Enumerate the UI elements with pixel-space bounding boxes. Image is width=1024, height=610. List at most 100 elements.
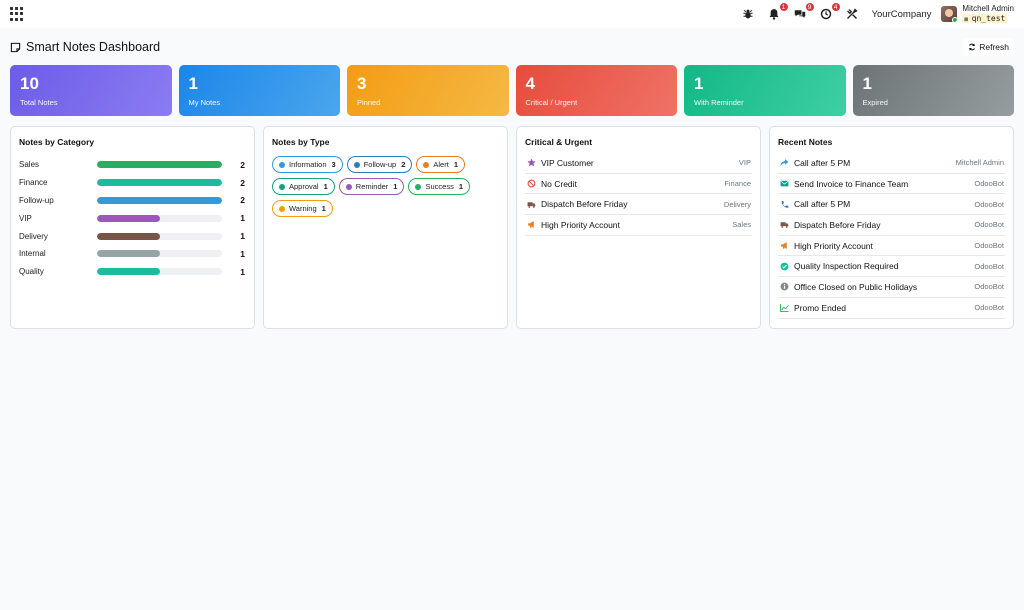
stat-card-critical-urgent[interactable]: 4 Critical / Urgent (515, 65, 677, 116)
type-name: Success (425, 182, 454, 191)
bug-icon[interactable] (738, 4, 758, 24)
category-bar-fill (97, 214, 160, 222)
truck-icon (526, 199, 536, 209)
category-row[interactable]: Follow-up 2 (19, 192, 246, 210)
type-pill[interactable]: Alert 1 (416, 156, 465, 173)
user-menu[interactable]: Mitchell Admin qn_test (962, 4, 1014, 24)
navbar-systray: 1 9 4 YourCompany Mitchell Admin qn_test (732, 0, 1014, 28)
category-name: Quality (19, 267, 44, 277)
stat-cards: 10 Total Notes 1 My Notes 3 Pinned 4 Critica… (10, 65, 1014, 116)
type-pill[interactable]: Warning 1 (272, 200, 333, 217)
category-row[interactable]: Sales 2 (19, 156, 246, 174)
category-row[interactable]: Quality 1 (19, 263, 246, 281)
stat-label: Pinned (357, 98, 381, 107)
stat-value: 3 (357, 74, 367, 93)
page-header: Smart Notes Dashboard Refresh (10, 38, 1014, 56)
type-pill[interactable]: Approval 1 (272, 178, 335, 195)
category-bar-track (97, 268, 222, 276)
refresh-button[interactable]: Refresh (963, 38, 1014, 56)
stat-card-with-reminder[interactable]: 1 With Reminder (684, 65, 846, 116)
recent-list-item[interactable]: Call after 5 PM OdooBot (778, 194, 1005, 216)
category-row[interactable]: Finance 2 (19, 174, 246, 192)
recent-item-author: Mitchell Admin (955, 158, 1004, 168)
online-status-icon (952, 17, 958, 22)
type-name: Follow-up (363, 160, 397, 169)
phone-icon (779, 199, 789, 209)
type-name: Information (289, 160, 327, 169)
stat-card-my-notes[interactable]: 1 My Notes (178, 65, 340, 116)
database-name: qn_test (962, 14, 1008, 23)
stat-label: My Notes (188, 98, 221, 107)
stat-value: 10 (20, 74, 39, 93)
company-switcher[interactable]: YourCompany (872, 9, 932, 20)
type-name: Approval (289, 182, 319, 191)
critical-list: VIP Customer VIP No Credit Finance Dispatch … (525, 153, 752, 236)
critical-item-tag: Delivery (723, 199, 751, 209)
sticky-note-icon (10, 42, 21, 52)
stat-card-pinned[interactable]: 3 Pinned (347, 65, 509, 116)
recent-list-item[interactable]: Call after 5 PM Mitchell Admin (778, 153, 1005, 174)
type-pill[interactable]: Information 3 (272, 156, 343, 173)
category-row[interactable]: VIP 1 (19, 209, 246, 227)
type-count: 1 (323, 182, 328, 191)
category-row[interactable]: Delivery 1 (19, 227, 246, 245)
messages-icon[interactable]: 9 (790, 2, 815, 24)
critical-panel-title: Critical & Urgent (525, 137, 593, 147)
clock-icon[interactable]: 4 (816, 2, 841, 24)
apps-grid-icon[interactable] (10, 7, 24, 21)
recent-item-author: OdooBot (974, 303, 1004, 313)
category-count: 1 (240, 248, 245, 259)
stat-label: Critical / Urgent (525, 98, 578, 107)
tools-icon[interactable] (842, 4, 862, 24)
stat-label: With Reminder (694, 98, 744, 107)
type-name: Reminder (355, 182, 389, 191)
stat-card-total-notes[interactable]: 10 Total Notes (10, 65, 172, 116)
category-bar-fill (97, 250, 160, 258)
type-pill-list: Information 3 Follow-up 2 Alert 1 Approval 1 Rem… (272, 156, 472, 217)
category-count: 2 (240, 159, 245, 170)
recent-list-item[interactable]: Promo Ended OdooBot (778, 298, 1005, 319)
dashboard-panels: Notes by Category Sales 2 Finance 2 Foll… (10, 126, 1014, 329)
ban-icon (526, 179, 536, 189)
user-avatar[interactable] (941, 6, 958, 22)
type-name: Alert (433, 160, 449, 169)
recent-item-author: OdooBot (974, 199, 1004, 209)
stat-label: Total Notes (20, 98, 58, 107)
category-bar-fill (97, 179, 222, 187)
critical-list-item[interactable]: Dispatch Before Friday Delivery (525, 194, 752, 216)
chart-line-icon (779, 303, 789, 313)
category-panel: Notes by Category Sales 2 Finance 2 Foll… (10, 126, 255, 329)
critical-item-tag: VIP (738, 158, 751, 168)
top-navbar: 1 9 4 YourCompany Mitchell Admin qn_test (0, 0, 1024, 28)
recent-list-item[interactable]: High Priority Account OdooBot (778, 236, 1005, 257)
recent-item-title: Call after 5 PM (794, 199, 851, 210)
critical-list-item[interactable]: No Credit Finance (525, 174, 752, 195)
type-pill[interactable]: Reminder 1 (338, 178, 405, 195)
type-dot-icon (279, 205, 285, 212)
recent-list-item[interactable]: Send Invoice to Finance Team OdooBot (778, 174, 1005, 195)
category-count: 1 (240, 266, 245, 277)
recent-item-title: Quality Inspection Required (794, 261, 899, 272)
page-title-text: Smart Notes Dashboard (26, 40, 161, 54)
user-name: Mitchell Admin (962, 4, 1014, 13)
critical-list-item[interactable]: High Priority Account Sales (525, 215, 752, 236)
activities-badge: 4 (830, 2, 841, 12)
stat-label: Expired (862, 98, 888, 107)
type-pill[interactable]: Follow-up 2 (346, 156, 413, 173)
type-dot-icon (415, 183, 422, 190)
bell-icon[interactable]: 1 (764, 2, 789, 24)
bullhorn-icon (779, 241, 789, 251)
category-row[interactable]: Internal 1 (19, 245, 246, 263)
recent-list-item[interactable]: Dispatch Before Friday OdooBot (778, 215, 1005, 236)
critical-list-item[interactable]: VIP Customer VIP (525, 153, 752, 174)
recent-item-author: OdooBot (974, 220, 1004, 230)
critical-item-title: High Priority Account (541, 219, 620, 230)
critical-item-title: VIP Customer (541, 157, 594, 168)
refresh-label: Refresh (979, 42, 1009, 52)
bullhorn-icon (526, 220, 536, 230)
type-dot-icon (353, 161, 360, 168)
type-pill[interactable]: Success 1 (408, 178, 470, 195)
recent-list-item[interactable]: Office Closed on Public Holidays OdooBot (778, 277, 1005, 298)
stat-card-expired[interactable]: 1 Expired (852, 65, 1014, 116)
recent-list-item[interactable]: Quality Inspection Required OdooBot (778, 256, 1005, 278)
